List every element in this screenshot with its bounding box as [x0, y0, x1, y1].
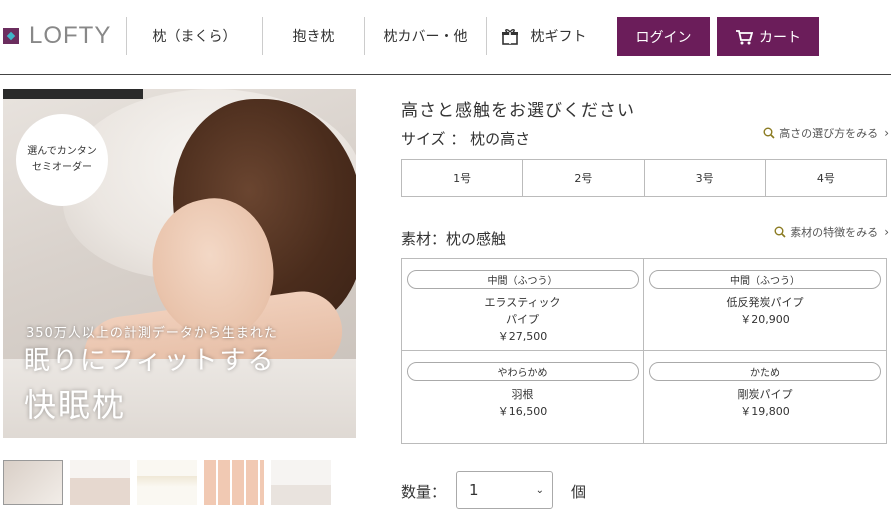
size-option-3[interactable]: 3号 [645, 160, 766, 196]
material-price: ￥20,900 [740, 313, 790, 326]
thumbnail-4[interactable] [204, 460, 264, 505]
size-option-1[interactable]: 1号 [402, 160, 524, 196]
badge-line1: 選んでカンタン [27, 146, 97, 157]
material-option-elastic[interactable]: 中間（ふつう） エラスティック パイプ ￥27,500 [402, 259, 644, 351]
material-name: エラスティック [484, 296, 561, 309]
hero-headline-1: 眠りにフィットする [24, 346, 276, 376]
material-guide-link[interactable]: 素材の特徴をみる › [774, 224, 889, 240]
logo-mark-icon [3, 26, 23, 46]
feel-tag: かため [649, 362, 881, 381]
nav-pillow-cover-label: 枕カバー・他 [383, 29, 468, 45]
search-icon [763, 127, 775, 139]
material-name-line2: パイプ [506, 313, 539, 326]
material-option-low-rebound[interactable]: 中間（ふつう） 低反発炭パイプ ￥20,900 [644, 259, 886, 351]
quantity-unit: 個 [571, 483, 587, 501]
nav-pillow-label: 枕（まくら） [152, 29, 237, 45]
size-option-4[interactable]: 4号 [766, 160, 886, 196]
thumbnail-1[interactable] [3, 460, 63, 505]
chevron-right-icon: › [884, 225, 889, 239]
material-options: 中間（ふつう） エラスティック パイプ ￥27,500 中間（ふつう） 低反発炭… [401, 258, 887, 444]
material-label: 素材：枕の感触 [401, 230, 507, 248]
quantity-label: 数量： [401, 483, 447, 501]
badge-line2: セミオーダー [32, 162, 92, 173]
size-label: サイズ ： 枕の高さ [401, 130, 531, 148]
chevron-right-icon: › [884, 126, 889, 140]
feel-tag: やわらかめ [406, 362, 639, 381]
thumbnail-5[interactable] [271, 460, 331, 505]
logo[interactable]: LOFTY [3, 22, 111, 50]
cart-icon [736, 29, 753, 44]
gift-icon [501, 29, 518, 45]
cart-button-label: カート [759, 29, 801, 46]
material-price: ￥19,800 [740, 405, 790, 418]
material-guide-label: 素材の特徴をみる [790, 226, 879, 239]
logo-text: LOFTY [29, 22, 112, 49]
nav-body-pillow-label: 抱き枕 [292, 29, 335, 45]
size-guide-label: 高さの選び方をみる [779, 127, 879, 140]
login-button-label: ログイン [635, 29, 692, 46]
size-guide-link[interactable]: 高さの選び方をみる › [763, 125, 889, 141]
size-options: 1号 2号 3号 4号 [401, 159, 887, 197]
nav-pillow-cover[interactable]: 枕カバー・他 [364, 17, 486, 55]
semi-order-badge: 選んでカンタン セミオーダー [16, 114, 108, 206]
material-option-feather[interactable]: やわらかめ 羽根 ￥16,500 [402, 351, 644, 443]
material-option-hard-charcoal[interactable]: かため 剛炭パイプ ￥19,800 [644, 351, 886, 443]
nav-body-pillow[interactable]: 抱き枕 [262, 17, 364, 55]
login-button[interactable]: ログイン [617, 17, 710, 56]
material-name: 羽根 [511, 388, 534, 401]
quantity-select[interactable]: 1 ⌄ [456, 471, 553, 509]
material-price: ￥16,500 [497, 405, 548, 418]
hero-headline-2: 快眠枕 [24, 386, 127, 424]
nav-pillow-gift[interactable]: 枕ギフト [486, 17, 600, 55]
feel-tag: 中間（ふつう） [406, 270, 639, 289]
thumbnail-strip [3, 460, 331, 505]
quantity-value: 1 [469, 481, 479, 499]
material-name: 低反発炭パイプ [726, 296, 804, 309]
thumbnail-2[interactable] [70, 460, 130, 505]
size-option-2[interactable]: 2号 [523, 160, 645, 196]
thumbnail-3[interactable] [137, 460, 197, 505]
feel-tag: 中間（ふつう） [649, 270, 881, 289]
nav-pillow[interactable]: 枕（まくら） [126, 17, 262, 55]
material-price: ￥27,500 [497, 330, 548, 343]
cart-button[interactable]: カート [717, 17, 819, 56]
nav-pillow-gift-label: 枕ギフト [530, 29, 587, 45]
panel-title: 高さと感触をお選びください [401, 101, 635, 121]
hero-subtitle: 350万人以上の計測データから生まれた [26, 326, 278, 341]
chevron-down-icon: ⌄ [535, 484, 544, 496]
site-header: LOFTY 枕（まくら） 抱き枕 枕カバー・他 枕ギフト ログイン カート [0, 0, 891, 75]
search-icon [774, 226, 786, 238]
material-name: 剛炭パイプ [737, 388, 793, 401]
